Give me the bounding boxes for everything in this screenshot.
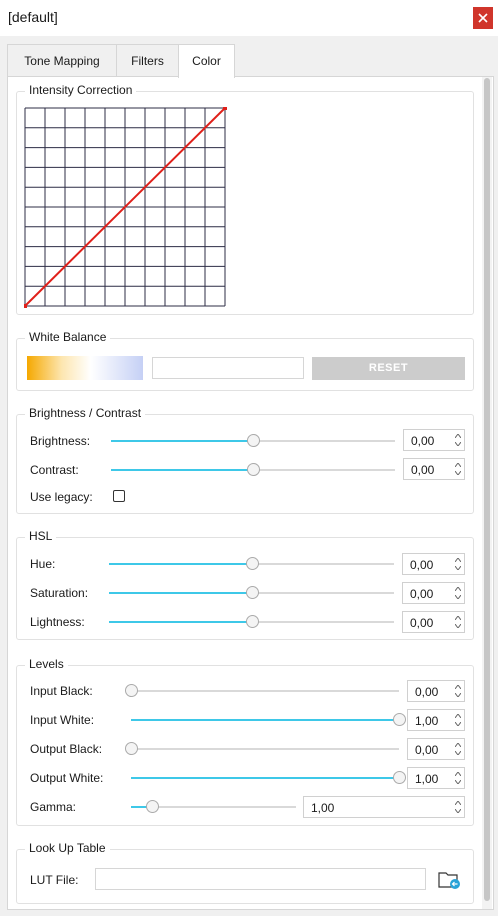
contrast-input[interactable]: 0,00	[403, 458, 465, 480]
slider-handle[interactable]	[245, 557, 259, 570]
tab-tone-mapping[interactable]: Tone Mapping	[7, 44, 117, 77]
slider-track[interactable]	[131, 690, 399, 692]
tab-label: Color	[192, 54, 221, 68]
input-black-input[interactable]: 0,00	[407, 680, 465, 702]
use-legacy-label: Use legacy:	[30, 490, 93, 504]
input-white-input[interactable]: 1,00	[407, 709, 465, 731]
use-legacy-checkbox[interactable]	[113, 490, 125, 502]
lightness-value: 0,00	[410, 616, 434, 630]
slider-fill[interactable]	[111, 440, 253, 442]
lightness-input[interactable]: 0,00	[402, 611, 465, 633]
chevron-down-icon[interactable]	[454, 593, 462, 601]
brightness-input[interactable]: 0,00	[403, 429, 465, 451]
input-white-label: Input White:	[30, 713, 95, 727]
hue-value: 0,00	[410, 558, 434, 572]
slider-handle[interactable]	[125, 742, 138, 755]
slider-handle[interactable]	[245, 586, 259, 599]
chevron-up-icon[interactable]	[454, 614, 462, 622]
chevron-up-icon[interactable]	[454, 556, 462, 564]
saturation-label: Saturation:	[30, 586, 89, 600]
lut-file-input[interactable]	[95, 868, 426, 890]
tab-label: Filters	[131, 54, 164, 68]
output-black-input[interactable]: 0,00	[407, 738, 465, 760]
chevron-up-icon[interactable]	[454, 683, 462, 691]
slider-fill[interactable]	[131, 777, 399, 779]
title-bar: [default]	[0, 0, 498, 36]
curve-point[interactable]	[223, 107, 227, 110]
browse-lut-button[interactable]	[437, 869, 463, 891]
gamma-label: Gamma:	[30, 800, 77, 814]
white-balance-value-field[interactable]	[152, 357, 304, 379]
input-white-value: 1,00	[415, 714, 439, 728]
output-black-label: Output Black:	[30, 742, 103, 756]
group-title: Intensity Correction	[25, 83, 137, 97]
slider-handle[interactable]	[393, 771, 406, 784]
chevron-down-icon[interactable]	[454, 749, 462, 757]
close-icon	[478, 13, 488, 23]
slider-handle[interactable]	[393, 713, 406, 726]
hue-label: Hue:	[30, 557, 56, 571]
tab-label: Tone Mapping	[24, 54, 100, 68]
chevron-down-icon[interactable]	[454, 720, 462, 728]
group-title: Levels	[25, 657, 68, 671]
chevron-up-icon[interactable]	[454, 461, 462, 469]
chevron-down-icon[interactable]	[454, 807, 462, 815]
chevron-up-icon[interactable]	[454, 770, 462, 778]
contrast-value: 0,00	[411, 463, 435, 477]
contrast-label: Contrast:	[30, 463, 79, 477]
chevron-down-icon[interactable]	[454, 691, 462, 699]
slider-fill[interactable]	[109, 563, 252, 565]
brightness-label: Brightness:	[30, 434, 91, 448]
white-balance-picker[interactable]	[27, 356, 143, 380]
gamma-input[interactable]: 1,00	[303, 796, 465, 818]
window-title: [default]	[8, 9, 58, 25]
output-white-input[interactable]: 1,00	[407, 767, 465, 789]
tab-color[interactable]: Color	[178, 44, 235, 78]
chevron-up-icon[interactable]	[454, 585, 462, 593]
hue-input[interactable]: 0,00	[402, 553, 465, 575]
output-black-value: 0,00	[415, 743, 439, 757]
input-black-value: 0,00	[415, 685, 439, 699]
chevron-up-icon[interactable]	[454, 432, 462, 440]
chevron-up-icon[interactable]	[454, 741, 462, 749]
chevron-up-icon[interactable]	[454, 799, 462, 807]
folder-open-icon	[438, 872, 460, 889]
gamma-value: 1,00	[311, 801, 335, 815]
slider-fill[interactable]	[131, 719, 399, 721]
input-black-label: Input Black:	[30, 684, 93, 698]
chevron-down-icon[interactable]	[454, 469, 462, 477]
output-white-label: Output White:	[30, 771, 104, 785]
reset-button[interactable]: RESET	[312, 357, 465, 380]
group-title: Brightness / Contrast	[25, 406, 146, 420]
lightness-label: Lightness:	[30, 615, 85, 629]
chevron-up-icon[interactable]	[454, 712, 462, 720]
saturation-input[interactable]: 0,00	[402, 582, 465, 604]
brightness-value: 0,00	[411, 434, 435, 448]
chevron-down-icon[interactable]	[454, 564, 462, 572]
slider-track[interactable]	[131, 748, 399, 750]
tab-filters[interactable]: Filters	[116, 44, 179, 77]
scrollbar-thumb[interactable]	[484, 78, 490, 901]
chevron-down-icon[interactable]	[454, 778, 462, 786]
close-button[interactable]	[473, 7, 493, 29]
saturation-value: 0,00	[410, 587, 434, 601]
intensity-curve-editor[interactable]	[24, 107, 227, 308]
lut-file-label: LUT File:	[30, 873, 79, 887]
chevron-down-icon[interactable]	[454, 440, 462, 448]
slider-fill[interactable]	[109, 592, 252, 594]
slider-fill[interactable]	[111, 469, 253, 471]
group-title: White Balance	[25, 330, 111, 344]
output-white-value: 1,00	[415, 772, 439, 786]
slider-handle[interactable]	[247, 463, 260, 476]
group-title: HSL	[25, 529, 57, 543]
group-title: Look Up Table	[25, 841, 110, 855]
slider-fill[interactable]	[109, 621, 252, 623]
slider-handle[interactable]	[125, 684, 138, 697]
slider-handle[interactable]	[245, 615, 259, 628]
chevron-down-icon[interactable]	[454, 622, 462, 630]
curve-point[interactable]	[24, 304, 27, 308]
slider-handle[interactable]	[247, 434, 260, 447]
